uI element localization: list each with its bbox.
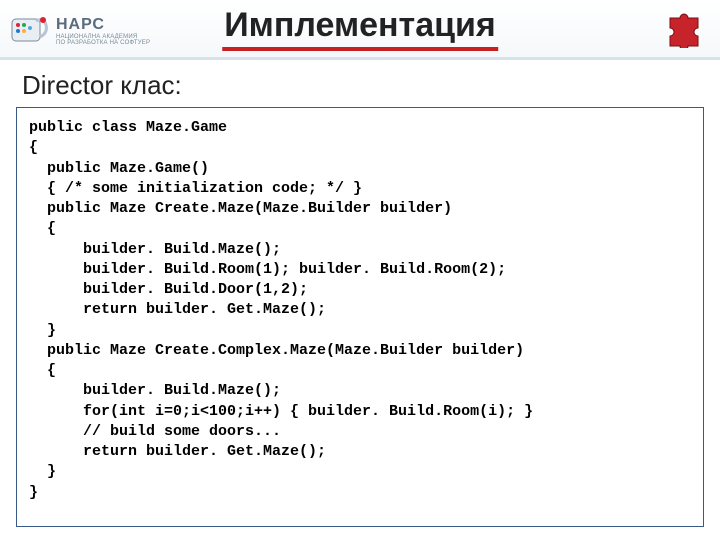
logo-text: НАРС — [56, 16, 150, 34]
logo-subtitle: НАЦИОНАЛНА АКАДЕМИЯ ПО РАЗРАБОТКА НА СОФ… — [56, 34, 150, 46]
section-subtitle: Director клас: — [0, 60, 720, 107]
code-block: public class Maze.Game { public Maze.Gam… — [16, 107, 704, 527]
logo-icon — [10, 11, 50, 51]
slide-title: Имплементация — [222, 6, 498, 51]
slide-header: НАРС НАЦИОНАЛНА АКАДЕМИЯ ПО РАЗРАБОТКА Н… — [0, 0, 720, 60]
logo-text-wrap: НАРС НАЦИОНАЛНА АКАДЕМИЯ ПО РАЗРАБОТКА Н… — [56, 16, 150, 46]
logo-block: НАРС НАЦИОНАЛНА АКАДЕМИЯ ПО РАЗРАБОТКА Н… — [10, 11, 170, 51]
puzzle-icon — [664, 8, 704, 48]
